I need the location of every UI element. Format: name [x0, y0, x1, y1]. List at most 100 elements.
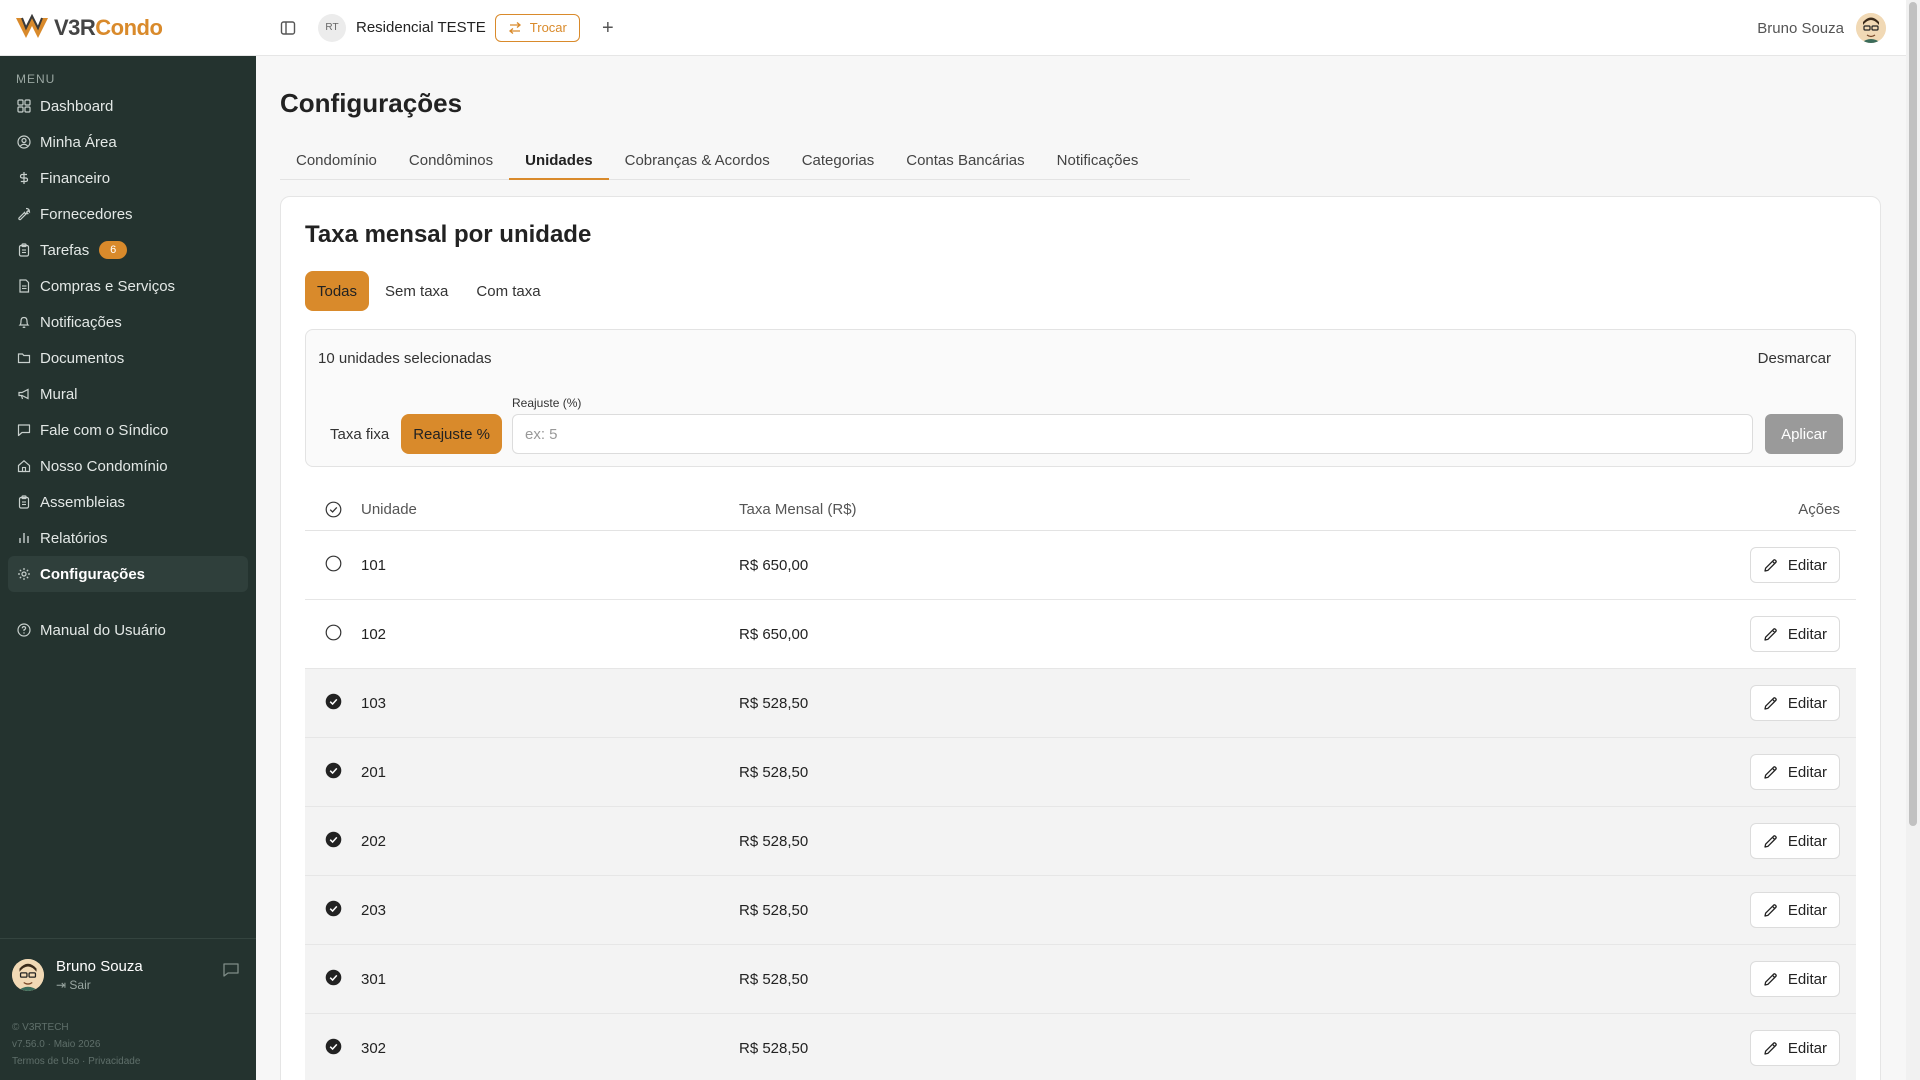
unit-number: 102 — [361, 625, 387, 643]
sidebar-item-label: Notificações — [40, 313, 122, 331]
sidebar-user: Bruno Souza ⇥ Sair — [0, 938, 256, 1010]
sidebar-item-label: Compras e Serviços — [40, 277, 176, 295]
table-row: 203 R$ 528,50 Editar — [305, 876, 1856, 945]
pencil-icon — [1763, 765, 1778, 780]
tab-contas-bancarias[interactable]: Contas Bancárias — [890, 142, 1040, 180]
pencil-icon — [1763, 627, 1778, 642]
filter-sem-taxa[interactable]: Sem taxa — [373, 271, 460, 311]
filter-com-taxa[interactable]: Com taxa — [464, 271, 552, 311]
clear-selection-button[interactable]: Desmarcar — [1758, 350, 1831, 367]
table-row: 102 R$ 650,00 Editar — [305, 600, 1856, 669]
sidebar-item-manual[interactable]: Manual do Usuário — [8, 612, 248, 648]
sidebar-item-dashboard[interactable]: Dashboard — [8, 88, 248, 124]
edit-label: Editar — [1787, 1039, 1827, 1057]
check-circle-filled-icon — [325, 831, 342, 852]
sidebar-item-assembleias[interactable]: Assembleias — [8, 484, 248, 520]
selected-count: 10 unidades selecionadas — [318, 350, 492, 367]
app-logo[interactable]: V3RCondo — [0, 0, 256, 56]
fixed-fee-mode-button[interactable]: Taxa fixa — [318, 414, 401, 454]
terms-link[interactable]: Termos de Uso — [12, 1056, 79, 1067]
edit-label: Editar — [1787, 625, 1827, 643]
document-icon — [16, 278, 32, 294]
tab-notificacoes[interactable]: Notificações — [1041, 142, 1155, 180]
tab-cobrancas-acordos[interactable]: Cobranças & Acordos — [609, 142, 786, 180]
sidebar-item-relatorios[interactable]: Relatórios — [8, 520, 248, 556]
sidebar-item-financeiro[interactable]: Financeiro — [8, 160, 248, 196]
row-select-checkbox[interactable] — [305, 762, 361, 783]
logout-link[interactable]: ⇥ Sair — [56, 978, 143, 992]
sidebar-item-label: Financeiro — [40, 169, 111, 187]
add-condo-button[interactable]: + — [598, 18, 618, 38]
sidebar-item-label: Configurações — [40, 565, 146, 583]
switch-condo-label: Trocar — [529, 20, 567, 35]
edit-button[interactable]: Editar — [1749, 961, 1840, 997]
row-select-checkbox[interactable] — [305, 900, 361, 921]
row-select-checkbox[interactable] — [305, 969, 361, 990]
edit-button[interactable]: Editar — [1749, 1030, 1840, 1066]
apply-button[interactable]: Aplicar — [1765, 414, 1843, 454]
swap-icon — [508, 21, 521, 34]
table-row: 302 R$ 528,50 Editar — [305, 1014, 1856, 1080]
scrollbar-thumb[interactable] — [1909, 2, 1917, 826]
task-count-badge: 6 — [99, 241, 128, 259]
percent-adjust-mode-button[interactable]: Reajuste % — [401, 414, 502, 454]
sidebar-item-notificacoes[interactable]: Notificações — [8, 304, 248, 340]
home-icon — [16, 458, 32, 474]
sidebar-item-mural[interactable]: Mural — [8, 376, 248, 412]
unit-number: 103 — [361, 694, 387, 712]
tab-categorias[interactable]: Categorias — [786, 142, 891, 180]
sidebar-item-compras-e-servicos[interactable]: Compras e Serviços — [8, 268, 248, 304]
sidebar-item-configuracoes[interactable]: Configurações — [8, 556, 248, 592]
unit-number: 201 — [361, 763, 387, 781]
adjust-percent-input[interactable] — [512, 414, 1753, 454]
sidebar: MENU Dashboard Minha Área Financeiro Fornec… — [0, 56, 256, 1080]
sidebar-item-label: Manual do Usuário — [40, 621, 166, 639]
footer-version: v7.56.0 · Maio 2026 — [12, 1039, 101, 1050]
sidebar-item-nosso-condominio[interactable]: Nosso Condomínio — [8, 448, 248, 484]
edit-button[interactable]: Editar — [1749, 823, 1840, 859]
sidebar-item-fornecedores[interactable]: Fornecedores — [8, 196, 248, 232]
header-actions: Ações — [1798, 501, 1840, 518]
switch-condo-button[interactable]: Trocar — [494, 13, 580, 42]
sidebar-item-label: Dashboard — [40, 97, 114, 115]
tab-unidades[interactable]: Unidades — [509, 142, 609, 180]
select-all-checkbox[interactable] — [305, 501, 361, 518]
row-select-checkbox[interactable] — [305, 624, 361, 645]
tab-condominos[interactable]: Condôminos — [393, 142, 509, 180]
edit-button[interactable]: Editar — [1749, 892, 1840, 928]
edit-button[interactable]: Editar — [1749, 616, 1840, 652]
menu-title: MENU — [16, 72, 56, 86]
user-menu[interactable]: Bruno Souza — [1757, 0, 1886, 56]
sidebar-toggle-button[interactable] — [276, 16, 300, 40]
message-square-icon — [223, 963, 239, 977]
sidebar-item-tarefas[interactable]: Tarefas 6 — [8, 232, 248, 268]
panel-left-icon — [280, 20, 296, 35]
monthly-fee: R$ 528,50 — [739, 832, 809, 850]
sidebar-item-documentos[interactable]: Documentos — [8, 340, 248, 376]
page-title: Configurações — [280, 87, 463, 118]
edit-label: Editar — [1787, 556, 1827, 574]
edit-button[interactable]: Editar — [1749, 685, 1840, 721]
footer-separator: · — [82, 1056, 86, 1067]
row-select-checkbox[interactable] — [305, 1038, 361, 1059]
filter-todas[interactable]: Todas — [305, 271, 370, 311]
chat-button[interactable] — [222, 961, 242, 981]
edit-button[interactable]: Editar — [1749, 754, 1840, 790]
row-select-checkbox[interactable] — [305, 831, 361, 852]
table-row: 301 R$ 528,50 Editar — [305, 945, 1856, 1014]
tab-condominio[interactable]: Condomínio — [280, 142, 393, 180]
sidebar-item-label: Relatórios — [40, 529, 108, 547]
unit-number: 302 — [361, 1039, 387, 1057]
table-row: 103 R$ 528,50 Editar — [305, 669, 1856, 738]
units-table: Unidade Taxa Mensal (R$) Ações 101 R$ 650… — [305, 489, 1856, 1080]
edit-button[interactable]: Editar — [1749, 547, 1840, 583]
monthly-fee: R$ 528,50 — [739, 694, 809, 712]
sidebar-item-fale-com-o-sindico[interactable]: Fale com o Síndico — [8, 412, 248, 448]
row-select-checkbox[interactable] — [305, 693, 361, 714]
row-select-checkbox[interactable] — [305, 555, 361, 576]
privacy-link[interactable]: Privacidade — [88, 1056, 140, 1067]
pencil-icon — [1763, 903, 1778, 918]
page-scrollbar[interactable] — [1906, 0, 1920, 1080]
clipboard-icon — [16, 494, 32, 510]
sidebar-item-minha-area[interactable]: Minha Área — [8, 124, 248, 160]
